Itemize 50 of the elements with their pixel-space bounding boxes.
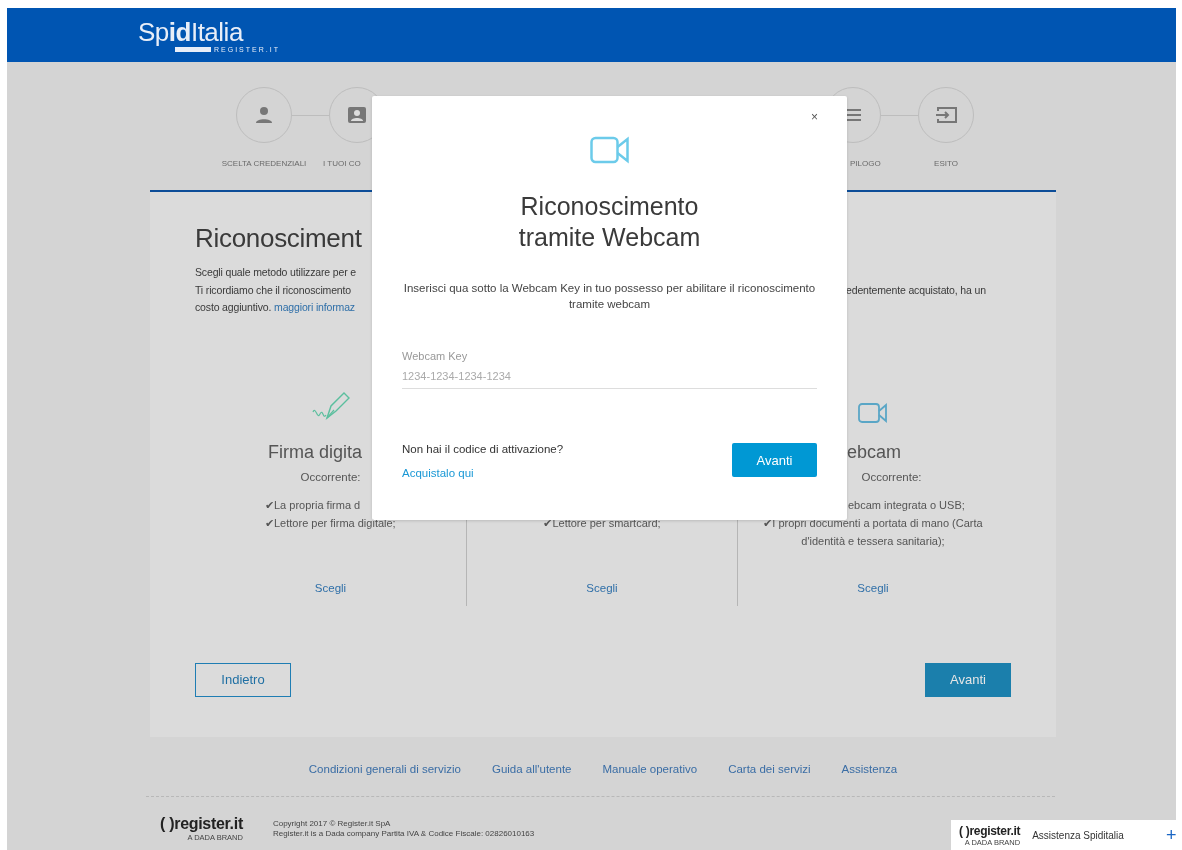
expand-button[interactable]: +: [1166, 826, 1176, 844]
footer-link[interactable]: Assistenza: [841, 763, 898, 775]
requirement-item: ebcam integrata o USB;: [848, 497, 965, 513]
intro-text: costo aggiuntivo. maggiori informaz: [195, 300, 356, 315]
field-label: Webcam Key: [402, 350, 468, 362]
requirement-item: ✔La propria firma d: [265, 497, 361, 513]
requirement-item: ✔Lettore per smartcard;: [543, 515, 661, 531]
copyright-text: Register.it is a Dada company Partita IVA & Codice Fiscale: 02826010163: [272, 828, 535, 839]
logo-text: SpidItalia: [138, 17, 243, 46]
video-camera-icon: [589, 136, 630, 164]
method-title: ebcam: [847, 441, 902, 462]
footer-link[interactable]: Guida all'utente: [491, 763, 572, 775]
intro-text: edentemente acquistato, ha un: [846, 282, 986, 298]
requirement-label: Occorrente:: [861, 470, 922, 483]
modal-title: Riconoscimento tramite Webcam: [517, 191, 702, 253]
choose-link[interactable]: Scegli: [314, 581, 347, 594]
id-card-icon: [347, 106, 367, 124]
requirement-item: ✔I propri documenti a portata di mano (Carta d'identità e tessera sanitaria);: [762, 515, 984, 549]
modal-description: Inserisci qua sotto la Webcam Key in tuo possesso per abilitare il riconoscimento tramite webcam: [402, 281, 817, 312]
footer-link[interactable]: Condizioni generali di servizio: [308, 763, 461, 775]
footer-link[interactable]: Manuale operativo: [602, 763, 698, 775]
video-camera-icon: [857, 401, 888, 424]
next-button[interactable]: Avanti: [732, 443, 817, 477]
choose-link[interactable]: Scegli: [857, 581, 889, 594]
webcam-key-input[interactable]: 1234-1234-1234-1234: [402, 362, 817, 389]
list-icon: [844, 108, 862, 122]
more-info-link[interactable]: maggiori informaz: [274, 301, 355, 313]
logo-bar: [175, 46, 211, 52]
intro-text: Scegli quale metodo utilizzare per e: [195, 265, 357, 280]
register-logo: ( )register.it: [959, 823, 1021, 838]
method-title: Firma digita: [267, 441, 362, 462]
buy-link[interactable]: Acquistalo qui: [402, 467, 474, 479]
close-button[interactable]: ×: [809, 108, 820, 126]
choose-link[interactable]: Scegli: [586, 581, 618, 594]
step-label: ESITO: [934, 159, 958, 168]
help-label: Assistenza Spiditalia: [1032, 829, 1124, 841]
next-button[interactable]: Avanti: [925, 662, 1011, 697]
page-title: Riconosciment: [195, 222, 362, 254]
footer-link[interactable]: Carta dei servizi: [728, 763, 811, 775]
activation-question: Non hai il codice di attivazione?: [402, 443, 564, 455]
exit-icon: [935, 106, 957, 124]
step-label: SCELTA CREDENZIALI: [221, 159, 307, 168]
back-button[interactable]: Indietro: [195, 662, 291, 697]
requirement-item: ✔Lettore per firma digitale;: [265, 515, 396, 531]
copyright-text: Copyright 2017 © Register.it SpA: [272, 818, 392, 829]
requirement-label: Occorrente:: [300, 470, 361, 483]
step-label: PILOGO: [850, 159, 881, 168]
intro-text: Ti ricordiamo che il riconoscimento: [195, 282, 352, 298]
register-logo: ( )register.it: [160, 815, 243, 833]
person-icon: [255, 106, 273, 124]
